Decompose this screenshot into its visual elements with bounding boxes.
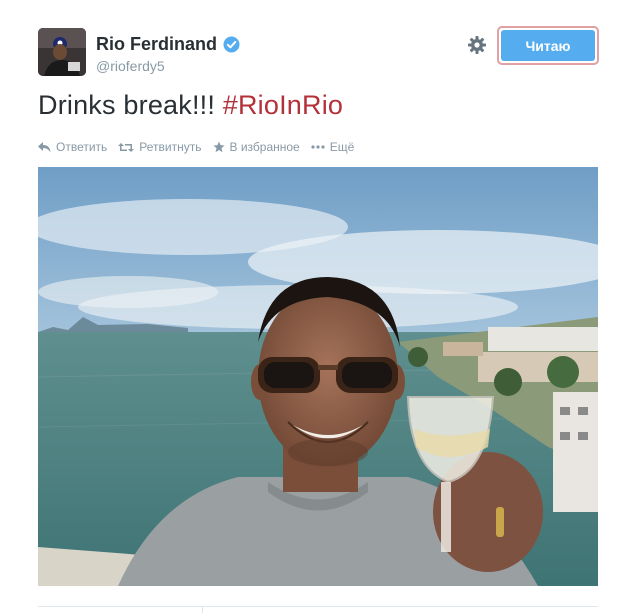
tweet-actions: Ответить Ретвитнуть В избранное Ещё	[38, 140, 365, 154]
display-name-text[interactable]: Rio Ferdinand	[96, 33, 217, 55]
following-button-label: Читаю	[501, 30, 595, 61]
divider-tick	[202, 606, 203, 613]
gear-icon[interactable]	[467, 35, 487, 55]
bottom-divider	[38, 606, 598, 607]
hashtag-link[interactable]: #RioInRio	[223, 90, 343, 120]
verified-badge-icon	[223, 36, 240, 53]
tweet-photo[interactable]	[38, 167, 598, 586]
display-name[interactable]: Rio Ferdinand	[96, 33, 240, 55]
more-label: Ещё	[329, 140, 355, 154]
retweet-label: Ретвитнуть	[139, 140, 202, 154]
tweet-text: Drinks break!!! #RioInRio	[38, 90, 343, 121]
favorite-button[interactable]: В избранное	[212, 140, 300, 154]
more-icon	[311, 145, 325, 149]
reply-button[interactable]: Ответить	[38, 140, 107, 154]
retweet-button[interactable]: Ретвитнуть	[118, 140, 202, 154]
user-handle[interactable]: @rioferdy5	[96, 58, 240, 74]
retweet-icon	[118, 142, 135, 153]
favorite-label: В избранное	[229, 140, 300, 154]
avatar[interactable]	[38, 28, 86, 76]
following-button[interactable]: Читаю	[497, 26, 599, 65]
reply-label: Ответить	[56, 140, 108, 154]
star-icon	[212, 141, 225, 153]
reply-icon	[38, 141, 51, 153]
tweet-body: Drinks break!!!	[38, 90, 216, 120]
more-button[interactable]: Ещё	[311, 140, 355, 154]
